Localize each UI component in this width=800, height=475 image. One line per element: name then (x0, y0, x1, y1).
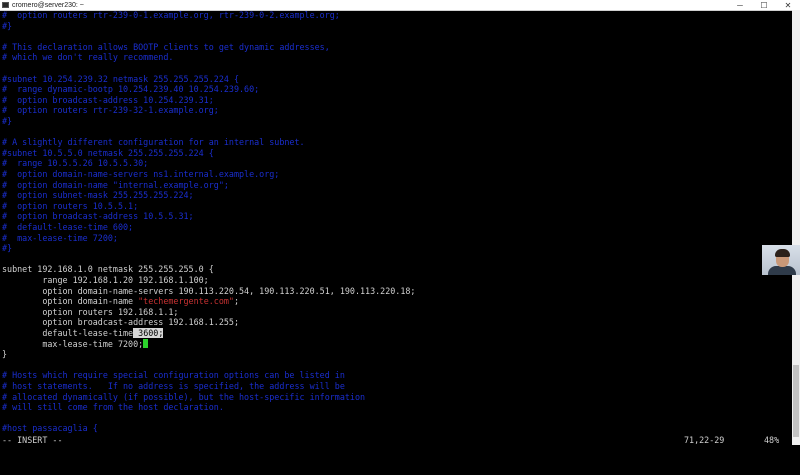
comment-text: # will still come from the host declarat… (2, 402, 224, 413)
code-text: option domain-name (2, 296, 139, 307)
comment-text: #} (2, 20, 13, 31)
scrollbar-thumb[interactable] (793, 365, 799, 437)
scroll-percent: 48% (764, 435, 780, 445)
editor-line: #} (2, 116, 12, 127)
comment-text: # A slightly different configuration for… (2, 137, 305, 148)
comment-text: #subnet 10.5.5.0 netmask 255.255.255.224… (2, 147, 214, 158)
vim-statusbar: -- INSERT -- 71,22-29 48% (0, 435, 792, 445)
editor-line: default-lease-time 3600; (2, 328, 164, 339)
editor-line: # option broadcast-address 10.5.5.31; (2, 211, 194, 222)
comment-text: # option routers rtr-239-0-1.example.org… (2, 10, 340, 20)
terminal-scrollbar[interactable] (792, 10, 800, 445)
editor-line: #} (2, 243, 12, 254)
close-button[interactable]: ✕ (776, 0, 800, 10)
editor-line: # range 10.5.5.26 10.5.5.30; (2, 158, 148, 169)
editor-line: # option routers rtr-239-0-1.example.org… (2, 10, 340, 21)
editor-line: option routers 192.168.1.1; (2, 307, 178, 318)
editor-line: option domain-name-servers 190.113.220.5… (2, 286, 415, 297)
editor-line: option broadcast-address 192.168.1.255; (2, 317, 239, 328)
minimize-button[interactable]: ─ (728, 0, 752, 10)
webcam-overlay (762, 245, 800, 275)
editor-line: # This declaration allows BOOTP clients … (2, 42, 330, 53)
code-text: range 192.168.1.20 192.168.1.100; (2, 275, 209, 285)
comment-text: # allocated dynamically (if possible), b… (2, 391, 366, 402)
editor-line: # option routers rtr-239-32-1.example.or… (2, 105, 219, 116)
comment-text: # default-lease-time 600; (2, 222, 134, 232)
comment-text: #} (2, 243, 13, 254)
editor-line: # option subnet-mask 255.255.255.224; (2, 190, 194, 201)
code-text: option broadcast-address 192.168.1.255; (2, 317, 239, 328)
comment-text: # option domain-name-servers ns1.interna… (2, 169, 280, 179)
editor-line: # range dynamic-bootp 10.254.239.40 10.2… (2, 84, 259, 95)
editor-line: # will still come from the host declarat… (2, 402, 224, 413)
window-title: cromero@server230: ~ (12, 1, 84, 9)
editor-line: # allocated dynamically (if possible), b… (2, 392, 365, 403)
editor-line: # option domain-name-servers ns1.interna… (2, 169, 279, 180)
editor-line: option domain-name "techemergente.com"; (2, 296, 239, 307)
comment-text: #host passacaglia { (2, 423, 98, 434)
comment-text: # Hosts which require special configurat… (2, 370, 345, 381)
comment-text: # option broadcast-address 10.5.5.31; (2, 211, 194, 222)
comment-text: #} (2, 116, 13, 126)
code-text: subnet 192.168.1.0 netmask 255.255.255.0… (2, 264, 214, 275)
highlighted-selection: 3600; (133, 328, 164, 338)
comment-text: # option routers rtr-239-32-1.example.or… (2, 105, 219, 116)
comment-text: # range dynamic-bootp 10.254.239.40 10.2… (2, 84, 260, 95)
editor-line: # option broadcast-address 10.254.239.31… (2, 95, 214, 106)
code-text: } (2, 349, 8, 360)
vim-mode-indicator: -- INSERT -- (2, 435, 63, 445)
code-text: option routers 192.168.1.1; (2, 306, 179, 317)
comment-text: # max-lease-time 7200; (2, 232, 118, 243)
editor-line: #host passacaglia { (2, 423, 98, 434)
comment-text: #subnet 10.254.239.32 netmask 255.255.25… (2, 73, 239, 84)
editor-line: # A slightly different configuration for… (2, 137, 305, 148)
editor-line: # option domain-name "internal.example.o… (2, 180, 229, 191)
editor-line: # host statements. If no address is spec… (2, 381, 345, 392)
comment-text: # option subnet-mask 255.255.255.224; (2, 190, 194, 201)
code-text: max-lease-time 7200; (2, 338, 144, 349)
editor-line: subnet 192.168.1.0 netmask 255.255.255.0… (2, 264, 214, 275)
editor-line: #subnet 10.254.239.32 netmask 255.255.25… (2, 74, 239, 85)
editor-line: max-lease-time 7200; (2, 338, 149, 350)
webcam-person-hair (775, 249, 790, 257)
editor-line: # Hosts which require special configurat… (2, 370, 345, 381)
maximize-button[interactable]: ☐ (752, 0, 776, 10)
code-text: default-lease-time (2, 328, 134, 338)
comment-text: # option broadcast-address 10.254.239.31… (2, 94, 214, 105)
terminal-editor[interactable]: # option routers rtr-239-0-1.example.org… (2, 10, 792, 435)
text-cursor (143, 338, 149, 348)
code-text: option domain-name-servers 190.113.220.5… (2, 285, 416, 296)
cursor-position: 71,22-29 (684, 435, 725, 445)
editor-line: range 192.168.1.20 192.168.1.100; (2, 275, 209, 286)
comment-text: # range 10.5.5.26 10.5.5.30; (2, 158, 149, 169)
string-literal: "techemergente.com" (138, 296, 234, 307)
editor-line: # which we don't really recommend. (2, 52, 173, 63)
comment-text: # option domain-name "internal.example.o… (2, 179, 229, 190)
editor-line: #} (2, 21, 12, 32)
comment-text: # which we don't really recommend. (2, 52, 174, 63)
editor-line: # option routers 10.5.5.1; (2, 201, 138, 212)
comment-text: # This declaration allows BOOTP clients … (2, 41, 330, 52)
code-text: ; (233, 296, 239, 307)
editor-line: #subnet 10.5.5.0 netmask 255.255.255.224… (2, 148, 214, 159)
webcam-person-shirt (768, 266, 796, 275)
terminal-icon (2, 2, 9, 8)
editor-line: # max-lease-time 7200; (2, 233, 118, 244)
comment-text: # option routers 10.5.5.1; (2, 200, 139, 211)
comment-text: # host statements. If no address is spec… (2, 381, 345, 391)
editor-line: } (2, 349, 7, 360)
editor-line: # default-lease-time 600; (2, 222, 133, 233)
